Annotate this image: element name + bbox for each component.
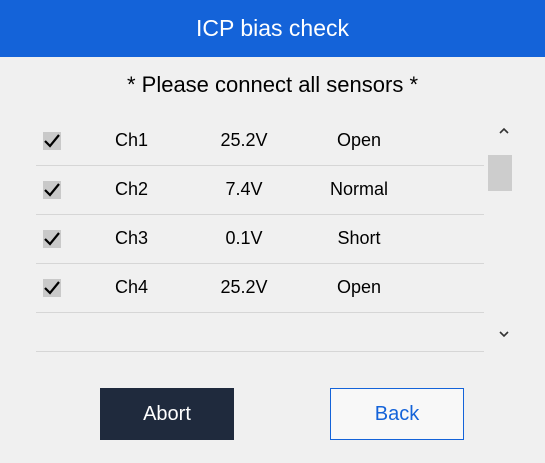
list-scrollbar[interactable] (486, 117, 522, 353)
back-button[interactable]: Back (330, 388, 464, 440)
empty-row (36, 313, 484, 352)
checkmark-icon (44, 183, 60, 197)
channel-status: Normal (329, 179, 388, 199)
checkmark-icon (44, 232, 60, 246)
channel-checkbox[interactable] (43, 279, 61, 297)
connect-sensors-notice: * Please connect all sensors * (126, 72, 419, 97)
table-row: Ch3 0.1V Short (36, 215, 484, 264)
scroll-thumb[interactable] (488, 155, 512, 191)
channel-voltage: 7.4V (225, 179, 263, 199)
icp-bias-dialog: ICP bias check * Please connect all sens… (0, 0, 545, 463)
channel-status: Short (337, 228, 381, 248)
dialog-title: ICP bias check (0, 0, 545, 57)
channel-list: Ch1 25.2V Open Ch2 7.4V Normal Ch3 0.1V … (36, 117, 484, 353)
channel-checkbox[interactable] (43, 132, 61, 150)
channel-name: Ch2 (115, 179, 149, 199)
table-row: Ch2 7.4V Normal (36, 166, 484, 215)
channel-name: Ch1 (115, 130, 149, 150)
channel-name: Ch3 (115, 228, 149, 248)
chevron-down-icon (499, 331, 509, 338)
channel-checkbox[interactable] (43, 230, 61, 248)
channel-status: Open (336, 277, 382, 297)
channel-voltage: 0.1V (225, 228, 263, 248)
table-row: Ch4 25.2V Open (36, 264, 484, 313)
checkmark-icon (44, 134, 60, 148)
checkmark-icon (44, 281, 60, 295)
channel-voltage: 25.2V (220, 130, 268, 150)
abort-button[interactable]: Abort (100, 388, 234, 440)
table-row: Ch1 25.2V Open (36, 117, 484, 166)
scroll-up-button[interactable] (486, 126, 522, 146)
channel-name: Ch4 (115, 277, 149, 297)
scroll-down-button[interactable] (486, 329, 522, 349)
channel-checkbox[interactable] (43, 181, 61, 199)
channel-voltage: 25.2V (220, 277, 268, 297)
chevron-up-icon (499, 127, 509, 134)
channel-status: Open (336, 130, 382, 150)
